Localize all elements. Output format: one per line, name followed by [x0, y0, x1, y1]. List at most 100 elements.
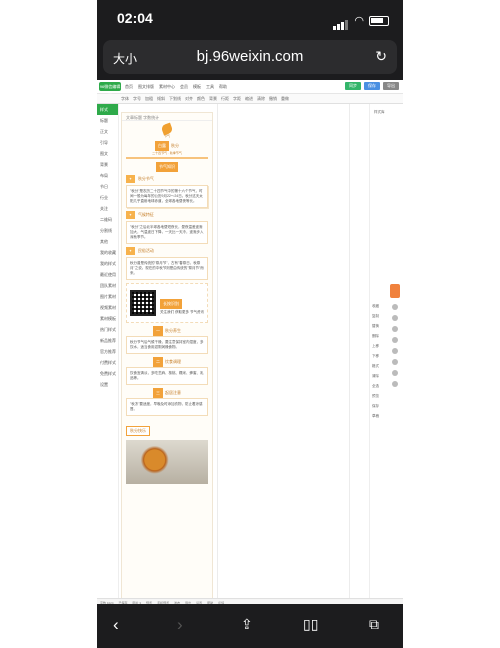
- undo-button[interactable]: 撤销: [269, 96, 277, 102]
- section-4[interactable]: 一 秋分养生 秋分节气后气候干燥，要注意保持室内湿度，多饮水，适当食用滋阴润燥食…: [126, 326, 208, 354]
- signal-icon: [333, 12, 349, 30]
- format-bg[interactable]: 背景: [209, 96, 217, 102]
- url-text[interactable]: bj.96weixin.com: [103, 48, 397, 65]
- sidebar-item[interactable]: 设置: [97, 379, 118, 390]
- action-save[interactable]: 保存: [372, 404, 379, 409]
- sidebar-item[interactable]: 官方推荐: [97, 346, 118, 357]
- sidebar-item[interactable]: 我的收藏: [97, 247, 118, 258]
- panel-icon[interactable]: [392, 359, 398, 365]
- editor-logo[interactable]: 96微信编辑器: [99, 82, 121, 98]
- format-indent[interactable]: 缩进: [245, 96, 253, 102]
- sidebar-item[interactable]: 新品推荐: [97, 335, 118, 346]
- format-color[interactable]: 颜色: [197, 96, 205, 102]
- export-button[interactable]: 导出: [383, 82, 399, 90]
- action-format[interactable]: 格式: [372, 364, 379, 369]
- menu-item[interactable]: 素材中心: [159, 84, 175, 90]
- format-clear[interactable]: 清除: [257, 96, 265, 102]
- sidebar-item[interactable]: 视频素材: [97, 302, 118, 313]
- sidebar-item[interactable]: 分割线: [97, 225, 118, 236]
- sidebar-item[interactable]: 团队素材: [97, 280, 118, 291]
- status-icons: ◠: [333, 12, 389, 30]
- sidebar-item-active[interactable]: 样式: [97, 104, 118, 115]
- action-delete[interactable]: 删除: [372, 334, 379, 339]
- qr-block[interactable]: 长按识别 关注我们 获取更多 节气资讯: [126, 283, 208, 323]
- sidebar-item[interactable]: 节日: [97, 181, 118, 192]
- sidebar-item[interactable]: 素材模板: [97, 313, 118, 324]
- sidebar-item[interactable]: 图片素材: [97, 291, 118, 302]
- section-1-title: 秋分节气: [137, 176, 154, 181]
- format-size[interactable]: 字号: [133, 96, 141, 102]
- section-3[interactable]: ✦ 民俗活动 秋分曾是传统的"祭月节"，古有"春祭日，秋祭月"之说。现在的中秋节…: [126, 247, 208, 280]
- action-preview[interactable]: 预览: [372, 394, 379, 399]
- sidebar-item[interactable]: 图文: [97, 148, 118, 159]
- menu-item[interactable]: 帮助: [219, 84, 227, 90]
- menu-item[interactable]: 首页: [125, 84, 133, 90]
- section-1-title-row: 节气知识: [126, 162, 208, 172]
- sidebar-item[interactable]: 其他: [97, 236, 118, 247]
- wifi-icon: ◠: [354, 15, 364, 27]
- action-replace[interactable]: 替换: [372, 324, 379, 329]
- action-draft[interactable]: 草稿: [372, 414, 379, 419]
- action-clear[interactable]: 清除: [372, 374, 379, 379]
- action-favorite[interactable]: 收藏: [372, 304, 379, 309]
- panel-icon[interactable]: [392, 315, 398, 321]
- action-select-all[interactable]: 全选: [372, 384, 379, 389]
- panel-icon[interactable]: [392, 381, 398, 387]
- reload-icon[interactable]: ↻: [375, 48, 387, 65]
- panel-icon[interactable]: [392, 304, 398, 310]
- sidebar-item[interactable]: 关注: [97, 203, 118, 214]
- sidebar-item[interactable]: 正文: [97, 126, 118, 137]
- sidebar-item[interactable]: 标题: [97, 115, 118, 126]
- sidebar-item[interactable]: 引导: [97, 137, 118, 148]
- section-6-badge: 三: [153, 388, 163, 398]
- format-letter-spacing[interactable]: 字距: [233, 96, 241, 102]
- panel-icon[interactable]: [392, 348, 398, 354]
- share-icon[interactable]: ⇪: [241, 616, 253, 633]
- format-bold[interactable]: 加粗: [145, 96, 153, 102]
- format-underline[interactable]: 下划线: [169, 96, 181, 102]
- sidebar-item[interactable]: 热门样式: [97, 324, 118, 335]
- section-1[interactable]: 节气知识 ✦ 秋分节气 "秋分"是农历二十四节气中的第十六个节气，时间一般为每年…: [126, 162, 208, 208]
- section-6[interactable]: 三 起居注意 "秋冻"要适度，早晚及时添加衣物，防止着凉感冒。: [126, 388, 208, 416]
- action-move-down[interactable]: 下移: [372, 354, 379, 359]
- sidebar-item[interactable]: 付费样式: [97, 357, 118, 368]
- format-align[interactable]: 对齐: [185, 96, 193, 102]
- sidebar-item[interactable]: 二维码: [97, 214, 118, 225]
- bottom-block[interactable]: 秋分快乐: [126, 419, 208, 437]
- format-line-height[interactable]: 行距: [221, 96, 229, 102]
- sidebar-item[interactable]: 布局: [97, 170, 118, 181]
- section-2[interactable]: ✦ 气候特征 "秋分"之后北半球各地昼短夜长，昼夜温差逐渐加大，气温逐日下降，一…: [126, 211, 208, 244]
- section-6-title-row: 三 起居注意: [126, 388, 208, 398]
- url-field[interactable]: 大小 bj.96weixin.com ↻: [103, 40, 397, 74]
- article-editor[interactable]: 文章标题 字数统计 节气 白露 秋分 二十四节气 · 秋季节气 节气知识 ✦ 秋…: [121, 112, 213, 604]
- panel-icon[interactable]: [392, 370, 398, 376]
- sidebar-item[interactable]: 免费样式: [97, 368, 118, 379]
- redo-button[interactable]: 重做: [281, 96, 289, 102]
- bottom-badge: 秋分快乐: [126, 426, 150, 436]
- canvas-guide-left: [217, 104, 218, 604]
- tabs-icon[interactable]: ⧉: [369, 616, 379, 633]
- hero-block[interactable]: 节气 白露 秋分 二十四节气 · 秋季节气: [126, 122, 208, 159]
- safari-toolbar: ‹ › ⇪ ▯▯ ⧉: [97, 604, 403, 648]
- format-italic[interactable]: 倾斜: [157, 96, 165, 102]
- panel-icon[interactable]: [392, 326, 398, 332]
- menu-item[interactable]: 图文排版: [138, 84, 154, 90]
- book-icon[interactable]: ▯▯: [303, 616, 318, 633]
- sidebar-item[interactable]: 背景: [97, 159, 118, 170]
- section-5[interactable]: 二 饮食调理 饮食宜清淡，多吃芝麻、核桃、糯米、蜂蜜、乳品等。: [126, 357, 208, 385]
- back-icon[interactable]: ‹: [113, 616, 119, 633]
- sidebar-item[interactable]: 行业: [97, 192, 118, 203]
- menu-item[interactable]: 会员: [180, 84, 188, 90]
- panel-icon[interactable]: [392, 337, 398, 343]
- sidebar-item[interactable]: 我的样式: [97, 258, 118, 269]
- sync-button[interactable]: 同步: [345, 82, 361, 90]
- sidebar-item[interactable]: 最近使用: [97, 269, 118, 280]
- action-move-up[interactable]: 上移: [372, 344, 379, 349]
- right-panel-tab[interactable]: [390, 284, 400, 298]
- menu-item[interactable]: 工具: [206, 84, 214, 90]
- menu-item[interactable]: 模板: [193, 84, 201, 90]
- save-button[interactable]: 保存: [364, 82, 380, 90]
- action-copy[interactable]: 复制: [372, 314, 379, 319]
- forward-icon[interactable]: ›: [177, 616, 183, 633]
- format-font[interactable]: 字体: [121, 96, 129, 102]
